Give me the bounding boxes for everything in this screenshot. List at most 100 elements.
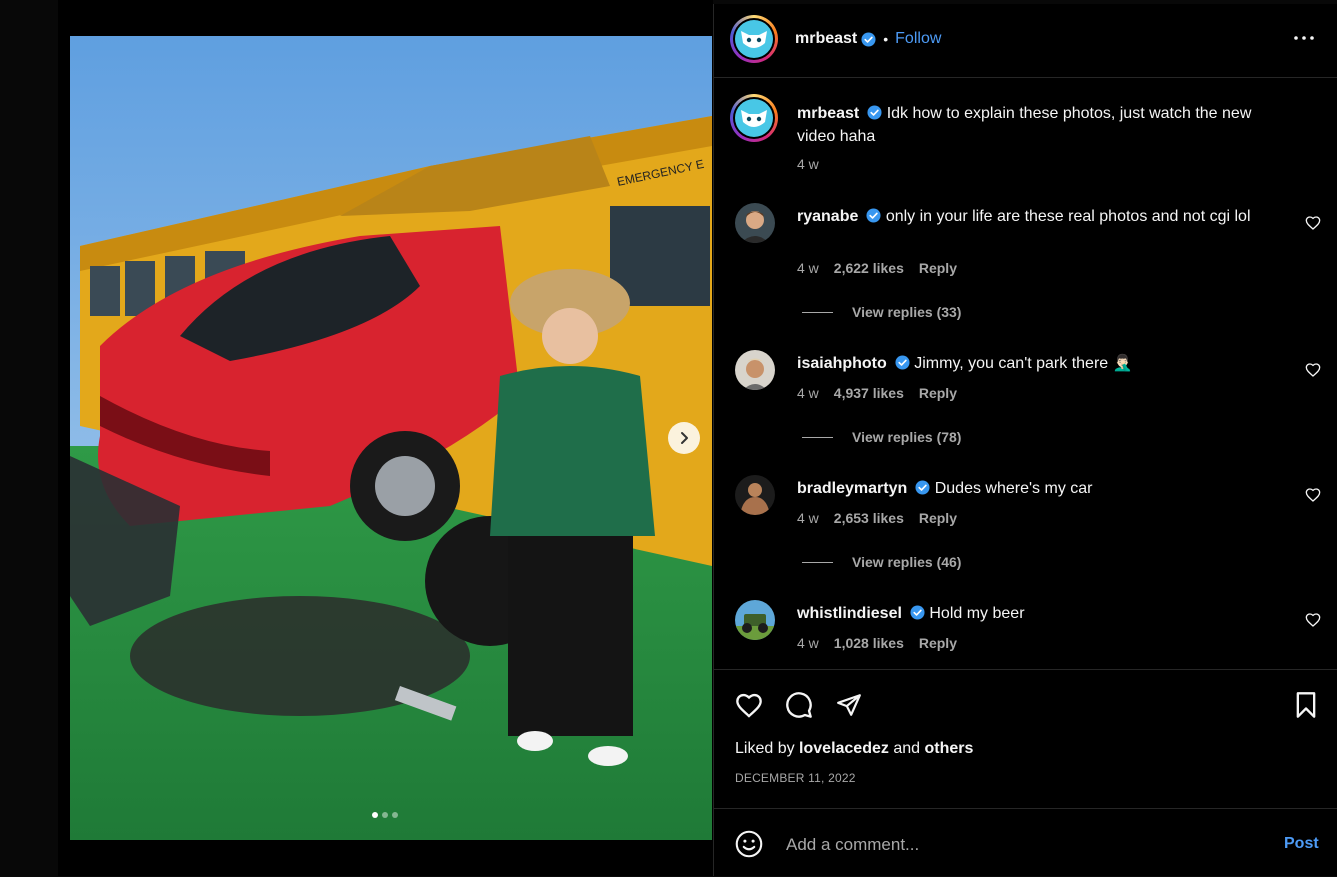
- view-replies-label: View replies (33): [852, 304, 962, 320]
- image-pagination-dots: [372, 812, 398, 818]
- pagination-dot[interactable]: [382, 812, 388, 818]
- comment-text-block: isaiahphoto Jimmy, you can't park there …: [797, 352, 1287, 375]
- comment-likes[interactable]: 4,937 likes: [834, 385, 904, 401]
- comment-likes[interactable]: 2,622 likes: [834, 260, 904, 276]
- chevron-right-icon: [681, 432, 688, 444]
- verified-badge-icon: [895, 355, 910, 370]
- avatar-image: [735, 600, 775, 640]
- reply-button[interactable]: Reply: [919, 510, 957, 526]
- reply-button[interactable]: Reply: [919, 385, 957, 401]
- caption-time[interactable]: 4 w: [797, 156, 819, 172]
- comment-button[interactable]: [784, 690, 814, 720]
- share-button[interactable]: [834, 690, 864, 720]
- paper-plane-icon: [837, 694, 861, 716]
- post-comment-button[interactable]: Post: [1284, 835, 1319, 853]
- view-replies-button[interactable]: View replies (46): [802, 554, 961, 570]
- post-actions: [714, 669, 1337, 718]
- comment-likes[interactable]: 1,028 likes: [834, 635, 904, 651]
- beast-logo-icon: [741, 31, 767, 48]
- author-avatar[interactable]: [730, 15, 778, 63]
- smiley-icon: [735, 830, 763, 858]
- comment-time[interactable]: 4 w: [797, 635, 819, 651]
- comment-username[interactable]: ryanabe: [797, 208, 858, 225]
- comment-username[interactable]: bradleymartyn: [797, 480, 907, 497]
- post-photo-illustration: EMERGENCY E: [70, 36, 712, 840]
- add-comment-bar: Post: [714, 808, 1337, 877]
- emoji-button[interactable]: [734, 829, 764, 859]
- reply-button[interactable]: Reply: [919, 260, 957, 276]
- comment-time[interactable]: 4 w: [797, 385, 819, 401]
- comment-meta: 4 w 4,937 likes Reply: [797, 385, 957, 401]
- commenter-avatar[interactable]: [735, 350, 775, 390]
- view-replies-button[interactable]: View replies (78): [802, 429, 961, 445]
- comment-like-heart-icon[interactable]: [1305, 215, 1321, 231]
- verified-badge-icon: [867, 105, 882, 120]
- comment-meta: 4 w 2,622 likes Reply: [797, 260, 957, 276]
- like-button[interactable]: [734, 690, 764, 720]
- comments-list: mrbeast Idk how to explain these photos,…: [714, 78, 1337, 669]
- verified-badge-icon: [915, 480, 930, 495]
- post-date[interactable]: DECEMBER 11, 2022: [735, 771, 856, 785]
- comment-username[interactable]: whistlindiesel: [797, 605, 902, 622]
- verified-badge-icon: [866, 208, 881, 223]
- liked-by-user[interactable]: lovelacedez: [799, 740, 889, 757]
- commenter-avatar[interactable]: [735, 475, 775, 515]
- caption-text-block: mrbeast Idk how to explain these photos,…: [797, 102, 1287, 148]
- header-author-line: mrbeast • Follow: [795, 30, 941, 48]
- add-comment-input[interactable]: [784, 829, 1248, 861]
- more-horizontal-icon: [1294, 36, 1314, 40]
- caption-author-avatar[interactable]: [730, 94, 778, 142]
- caption-username[interactable]: mrbeast: [797, 105, 859, 122]
- liked-by-others[interactable]: others: [924, 740, 973, 757]
- header-separator: •: [883, 31, 889, 47]
- view-replies-label: View replies (78): [852, 429, 962, 445]
- comment-meta: 4 w 2,653 likes Reply: [797, 510, 957, 526]
- comment-time[interactable]: 4 w: [797, 260, 819, 276]
- beast-logo-icon: [741, 110, 767, 127]
- post-photo: EMERGENCY E: [70, 36, 712, 840]
- comment-like-heart-icon[interactable]: [1305, 612, 1321, 628]
- bookmark-icon: [1296, 692, 1316, 718]
- comment-text-block: ryanabe only in your life are these real…: [797, 205, 1287, 228]
- pagination-dot[interactable]: [392, 812, 398, 818]
- caption-text: Idk how to explain these photos, just wa…: [797, 105, 1252, 145]
- pagination-dot[interactable]: [372, 812, 378, 818]
- replies-divider-line: [802, 561, 833, 563]
- comment-text-block: bradleymartyn Dudes where's my car: [797, 477, 1287, 500]
- comment-username[interactable]: isaiahphoto: [797, 355, 887, 372]
- post-header: mrbeast • Follow: [714, 4, 1337, 78]
- comment-meta: 4 w 1,028 likes Reply: [797, 635, 957, 651]
- liked-by-prefix: Liked by: [735, 740, 795, 757]
- avatar-image: [735, 350, 775, 390]
- more-options-button[interactable]: [1292, 26, 1316, 50]
- comment-like-heart-icon[interactable]: [1305, 362, 1321, 378]
- comment-text: Hold my beer: [929, 605, 1025, 622]
- comment-text: only in your life are these real photos …: [885, 208, 1251, 225]
- comment-text: Dudes where's my car: [934, 480, 1093, 497]
- commenter-avatar[interactable]: [735, 600, 775, 640]
- comment-text: Jimmy, you can't park there 🤦🏻‍♂️: [914, 355, 1133, 372]
- avatar-image: [735, 203, 775, 243]
- comment-time[interactable]: 4 w: [797, 510, 819, 526]
- follow-button[interactable]: Follow: [895, 30, 941, 48]
- view-replies-label: View replies (46): [852, 554, 962, 570]
- replies-divider-line: [802, 436, 833, 438]
- liked-by-line: Liked by lovelacedez and others: [735, 740, 973, 758]
- heart-icon: [736, 693, 762, 718]
- commenter-avatar[interactable]: [735, 203, 775, 243]
- next-image-button[interactable]: [668, 422, 700, 454]
- view-replies-button[interactable]: View replies (33): [802, 304, 961, 320]
- verified-badge-icon: [910, 605, 925, 620]
- save-button[interactable]: [1291, 690, 1321, 720]
- comment-text-block: whistlindiesel Hold my beer: [797, 602, 1287, 625]
- verified-badge-icon: [861, 31, 876, 47]
- liked-by-and: and: [893, 740, 921, 757]
- comment-bubble-icon: [786, 692, 812, 718]
- replies-divider-line: [802, 311, 833, 313]
- comment-like-heart-icon[interactable]: [1305, 487, 1321, 503]
- reply-button[interactable]: Reply: [919, 635, 957, 651]
- post-detail-panel: mrbeast • Follow mrbeast Idk how to expl…: [713, 4, 1337, 876]
- caption-meta: 4 w: [797, 156, 819, 172]
- author-username[interactable]: mrbeast: [795, 30, 857, 48]
- comment-likes[interactable]: 2,653 likes: [834, 510, 904, 526]
